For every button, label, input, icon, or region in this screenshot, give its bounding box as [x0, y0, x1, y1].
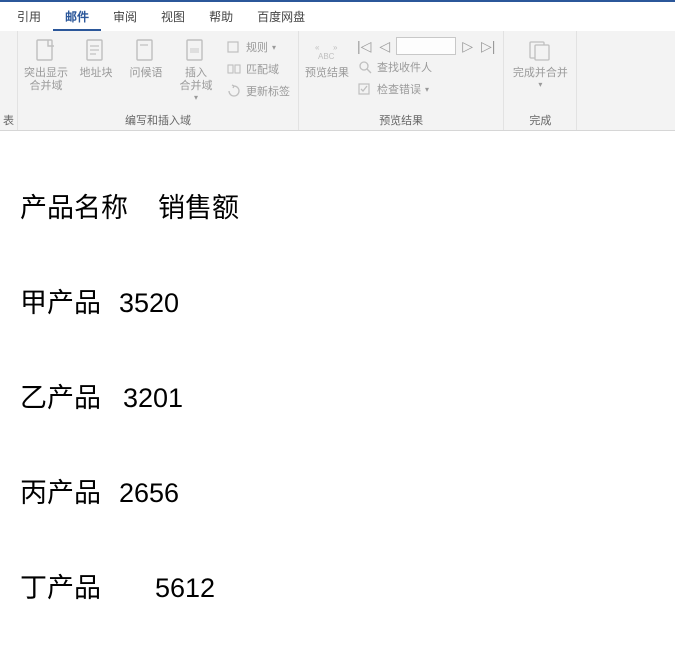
svg-text:ABC: ABC — [318, 52, 335, 61]
tab-view[interactable]: 视图 — [149, 2, 197, 31]
cell-product: 丙产品 — [20, 478, 101, 508]
cell-product: 甲产品 — [20, 288, 101, 318]
group-label-preview: 预览结果 — [305, 110, 497, 128]
finish-merge-label: 完成并合并 — [513, 67, 568, 80]
greeting-line-label: 问候语 — [130, 67, 163, 80]
address-block-button[interactable]: 地址块 — [74, 35, 118, 82]
col-header-sales: 销售额 — [158, 193, 239, 223]
preview-results-button[interactable]: « »ABC 预览结果 — [305, 35, 349, 82]
find-recipient-button[interactable]: 查找收件人 — [355, 57, 497, 77]
tab-mail[interactable]: 邮件 — [53, 2, 101, 31]
table-row: 丙产品 2656 — [20, 476, 655, 511]
tab-cite[interactable]: 引用 — [5, 2, 53, 31]
cell-sales: 2656 — [119, 478, 179, 508]
check-errors-label: 检查错误 — [377, 81, 421, 97]
rules-icon — [226, 39, 242, 55]
check-errors-button[interactable]: 检查错误 ▾ — [355, 79, 497, 99]
match-fields-button[interactable]: 匹配域 — [224, 59, 292, 79]
document-greeting-icon — [132, 37, 160, 65]
chevron-down-icon: ▾ — [272, 43, 276, 52]
ribbon-panel: 表 突出显示 合并域 地址块 问候语 — [0, 31, 675, 131]
update-labels-label: 更新标签 — [246, 83, 290, 99]
first-record-button[interactable]: |◁ — [355, 38, 373, 55]
preview-icon: « »ABC — [313, 37, 341, 65]
group-label-table: 表 — [2, 110, 15, 128]
search-icon — [357, 59, 373, 75]
cell-product: 丁产品 — [20, 573, 101, 603]
document-lines-icon — [82, 37, 110, 65]
update-icon — [226, 83, 242, 99]
update-labels-button[interactable]: 更新标签 — [224, 81, 292, 101]
table-row: 甲产品 3520 — [20, 286, 655, 321]
match-icon — [226, 61, 242, 77]
finish-icon — [526, 37, 554, 65]
record-navigation: |◁ ◁ ▷ ▷| — [355, 37, 497, 55]
prev-record-button[interactable]: ◁ — [377, 38, 392, 55]
group-label-finish: 完成 — [510, 110, 570, 128]
chevron-down-icon: ▾ — [538, 80, 542, 90]
address-block-label: 地址块 — [80, 67, 113, 80]
tab-review[interactable]: 审阅 — [101, 2, 149, 31]
match-fields-label: 匹配域 — [246, 61, 279, 77]
next-record-button[interactable]: ▷ — [460, 38, 475, 55]
cell-sales: 5612 — [155, 573, 215, 603]
document-insert-icon — [182, 37, 210, 65]
table-header-row: 产品名称销售额 — [20, 191, 655, 226]
table-row: 丁产品 5612 — [20, 571, 655, 606]
chevron-down-icon: ▾ — [194, 93, 198, 103]
tab-baidu[interactable]: 百度网盘 — [245, 2, 317, 31]
svg-text:»: » — [333, 43, 338, 52]
svg-text:«: « — [315, 43, 320, 52]
table-row: 乙产品 3201 — [20, 381, 655, 416]
check-icon — [357, 81, 373, 97]
document-icon — [32, 37, 60, 65]
finish-merge-button[interactable]: 完成并合并 ▾ — [510, 35, 570, 92]
highlight-merge-field-button[interactable]: 突出显示 合并域 — [24, 35, 68, 95]
cell-sales: 3520 — [119, 288, 179, 318]
document-area[interactable]: 产品名称销售额 甲产品 3520 乙产品 3201 丙产品 2656 丁产品 5612 — [0, 131, 675, 626]
highlight-merge-field-label: 突出显示 合并域 — [24, 67, 68, 93]
col-header-product: 产品名称 — [20, 193, 128, 223]
rules-label: 规则 — [246, 39, 268, 55]
chevron-down-icon: ▾ — [425, 85, 429, 94]
last-record-button[interactable]: ▷| — [479, 38, 497, 55]
find-recipient-label: 查找收件人 — [377, 59, 432, 75]
insert-merge-field-button[interactable]: 插入 合并域 ▾ — [174, 35, 218, 105]
record-number-input[interactable] — [396, 37, 456, 55]
insert-merge-field-label: 插入 合并域 — [180, 67, 213, 93]
cell-sales: 3201 — [123, 383, 183, 413]
rules-button[interactable]: 规则 ▾ — [224, 37, 292, 57]
tab-help[interactable]: 帮助 — [197, 2, 245, 31]
group-label-write-insert: 编写和插入域 — [24, 110, 292, 128]
ribbon-tab-bar: 引用 邮件 审阅 视图 帮助 百度网盘 — [0, 0, 675, 31]
preview-results-label: 预览结果 — [305, 67, 349, 80]
cell-product: 乙产品 — [20, 383, 101, 413]
greeting-line-button[interactable]: 问候语 — [124, 35, 168, 82]
